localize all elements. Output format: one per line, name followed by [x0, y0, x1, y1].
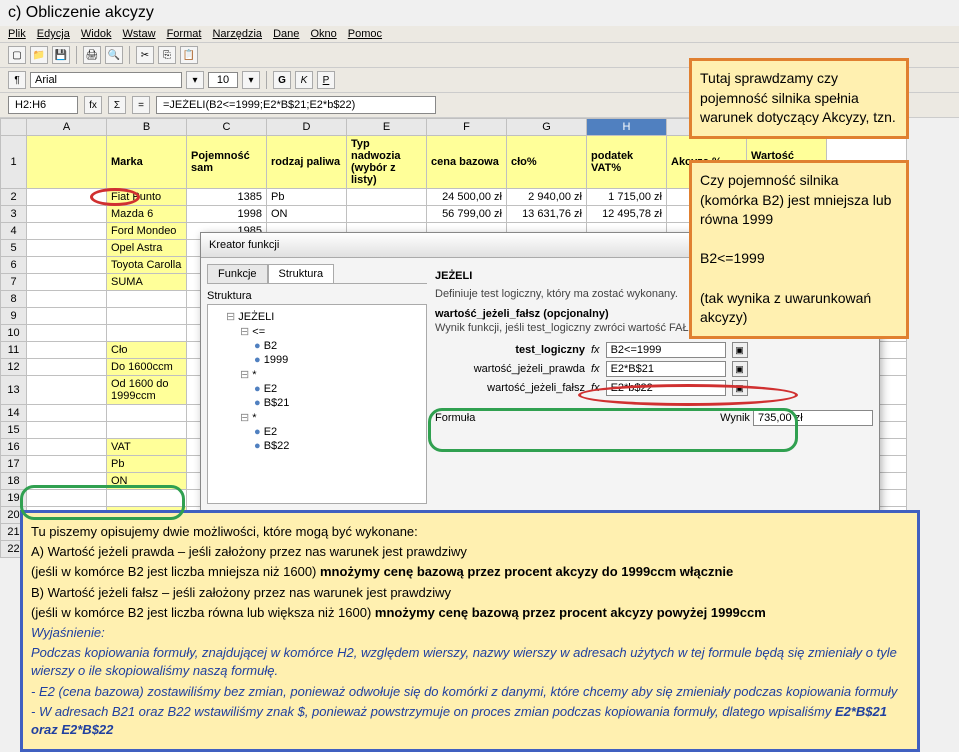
save-icon[interactable]: 💾 [52, 46, 70, 64]
paste-icon[interactable]: 📋 [180, 46, 198, 64]
font-size-select[interactable] [208, 72, 238, 88]
menu-bar: Plik Edycja Widok Wstaw Format Narzędzia… [0, 26, 959, 43]
menu-data[interactable]: Dane [273, 28, 299, 40]
section-title: c) Obliczenie akcyzy [0, 0, 959, 26]
menu-window[interactable]: Okno [310, 28, 336, 40]
param-input-0[interactable] [606, 342, 726, 358]
shrink-icon[interactable]: ▣ [732, 342, 748, 358]
shrink-icon[interactable]: ▣ [732, 361, 748, 377]
bold-icon[interactable]: G [273, 71, 291, 89]
copy-icon[interactable]: ⎘ [158, 46, 176, 64]
underline-icon[interactable]: P [317, 71, 335, 89]
font-name-select[interactable] [30, 72, 182, 88]
fx-icon[interactable]: fx [84, 96, 102, 114]
param-label: wartość_jeżeli_prawda [435, 363, 585, 375]
param-input-1[interactable] [606, 361, 726, 377]
preview-icon[interactable]: 🔍 [105, 46, 123, 64]
menu-edit[interactable]: Edycja [37, 28, 70, 40]
callout-orange-1: Tutaj sprawdzamy czy pojemność silnika s… [689, 58, 909, 139]
equals-icon[interactable]: = [132, 96, 150, 114]
param-input-2[interactable] [606, 380, 726, 396]
menu-tools[interactable]: Narzędzia [212, 28, 262, 40]
tab-functions[interactable]: Funkcje [207, 264, 268, 283]
fx-icon[interactable]: fx [591, 363, 600, 375]
wizard-title: Kreator funkcji [209, 239, 279, 251]
sum-icon[interactable]: Σ [108, 96, 126, 114]
print-icon[interactable]: 🖨 [83, 46, 101, 64]
fx-icon[interactable]: fx [591, 382, 600, 394]
shrink-icon[interactable]: ▣ [732, 380, 748, 396]
menu-insert[interactable]: Wstaw [123, 28, 156, 40]
fx-icon[interactable]: fx [591, 344, 600, 356]
callout-blue: Tu piszemy opisujemy dwie możliwości, kt… [20, 510, 920, 752]
new-icon[interactable]: ▢ [8, 46, 26, 64]
structure-label: Struktura [207, 290, 427, 302]
cell-reference-box[interactable] [8, 96, 78, 114]
param-label: wartość_jeżeli_fałsz [435, 382, 585, 394]
menu-help[interactable]: Pomoc [348, 28, 382, 40]
result-value [753, 410, 873, 426]
menu-view[interactable]: Widok [81, 28, 112, 40]
formula-label: Formuła [435, 412, 475, 424]
tab-structure[interactable]: Struktura [268, 264, 335, 283]
open-icon[interactable]: 📁 [30, 46, 48, 64]
menu-file[interactable]: Plik [8, 28, 26, 40]
italic-icon[interactable]: K [295, 71, 313, 89]
font-dropdown-icon[interactable]: ▾ [186, 71, 204, 89]
function-name: JEŻELI [435, 270, 472, 282]
formula-input[interactable] [156, 96, 436, 114]
cut-icon[interactable]: ✂ [136, 46, 154, 64]
size-dropdown-icon[interactable]: ▾ [242, 71, 260, 89]
structure-tree[interactable]: ⊟ JEŻELI ⊟ <= ● B2 ● 1999 ⊟ * ● E2 ● B$2… [207, 304, 427, 504]
menu-format[interactable]: Format [167, 28, 202, 40]
style-icon[interactable]: ¶ [8, 71, 26, 89]
param-label: test_logiczny [435, 344, 585, 356]
callout-orange-2: Czy pojemność silnika (komórka B2) jest … [689, 160, 909, 339]
